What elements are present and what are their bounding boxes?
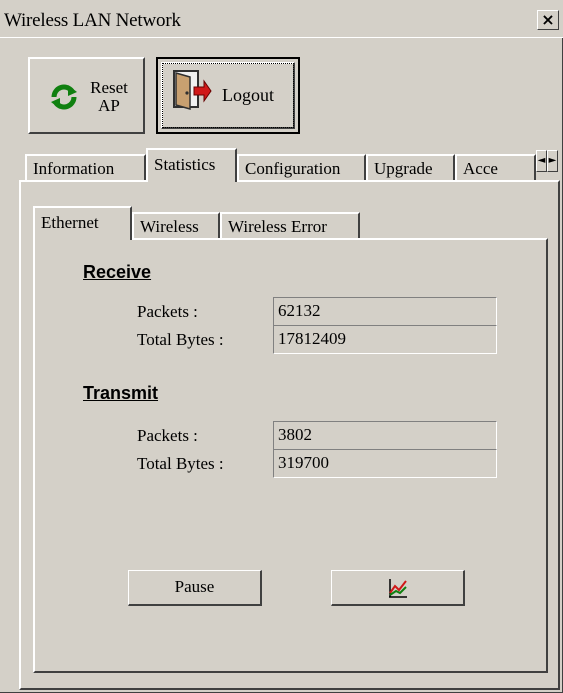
tab-information[interactable]: Information — [25, 154, 146, 182]
subtab-wireless-error[interactable]: Wireless Error — [220, 212, 360, 240]
refresh-icon — [51, 84, 77, 110]
window-title: Wireless LAN Network — [4, 10, 181, 31]
receive-packets-label: Packets : — [137, 302, 198, 321]
pause-button[interactable]: Pause — [128, 570, 262, 606]
transmit-packets-label: Packets : — [137, 426, 198, 445]
logout-button[interactable]: Logout — [156, 57, 300, 134]
receive-packets-field: 62132 — [273, 297, 497, 326]
reset-ap-button[interactable]: Reset AP — [28, 57, 145, 134]
close-button[interactable]: × — [537, 10, 559, 30]
logout-label: Logout — [222, 85, 274, 105]
reset-label-line2: AP — [98, 96, 120, 115]
chart-icon — [388, 579, 407, 598]
statistics-panel: Ethernet Wireless Wireless Error Receive… — [19, 180, 560, 690]
subtab-ethernet[interactable]: Ethernet — [33, 206, 132, 240]
tab-scroll-left-button[interactable]: ◄ — [536, 150, 547, 172]
ethernet-panel: Receive Packets : 62132 Total Bytes : 17… — [33, 238, 548, 673]
transmit-bytes-label: Total Bytes : — [137, 454, 224, 473]
receive-section-title: Receive — [83, 262, 152, 282]
main-window: Wireless LAN Network × Reset AP Logout I… — [0, 0, 563, 693]
tab-scroll-right-button[interactable]: ► — [547, 150, 558, 172]
chart-button[interactable] — [331, 570, 465, 606]
tab-scroll-arrows: ◄ ► — [536, 150, 558, 172]
reset-label-line1: Reset — [90, 78, 128, 97]
transmit-bytes-field: 319700 — [273, 449, 497, 478]
tab-statistics[interactable]: Statistics — [146, 148, 237, 182]
reset-ap-label: Reset AP — [84, 79, 134, 115]
tab-access[interactable]: Acce — [455, 154, 536, 182]
subtab-wireless[interactable]: Wireless — [132, 212, 220, 240]
tab-configuration[interactable]: Configuration — [237, 154, 366, 182]
transmit-section-title: Transmit — [83, 383, 159, 403]
receive-bytes-field: 17812409 — [273, 325, 497, 354]
transmit-packets-field: 3802 — [273, 421, 497, 450]
receive-bytes-label: Total Bytes : — [137, 330, 224, 349]
door-exit-icon — [173, 70, 212, 110]
title-bar: Wireless LAN Network × — [0, 0, 563, 38]
tab-upgrade[interactable]: Upgrade — [366, 154, 455, 182]
